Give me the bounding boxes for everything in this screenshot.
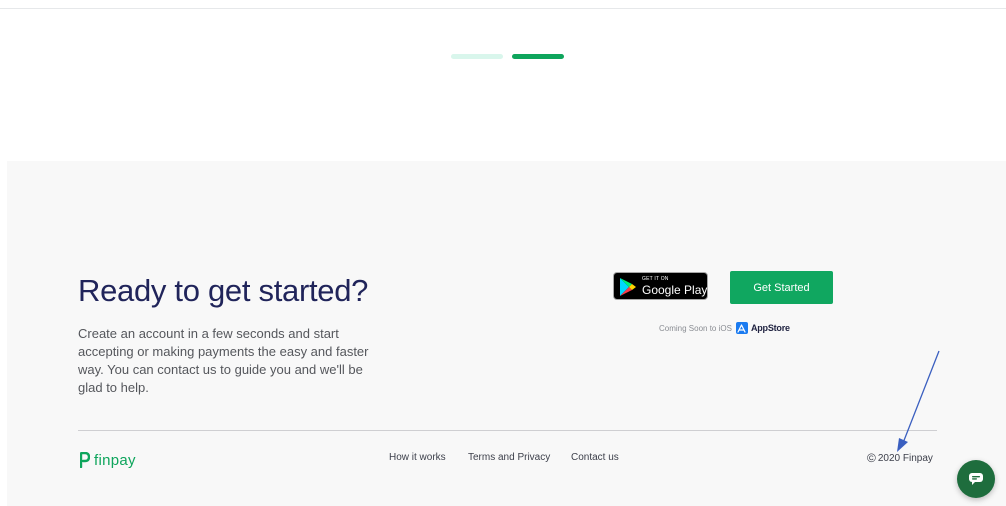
google-play-badge[interactable]: GET IT ON Google Play: [613, 272, 708, 300]
appstore-label: AppStore: [750, 323, 790, 333]
copyright-icon: ©: [867, 451, 876, 465]
footer-divider: [78, 430, 937, 431]
get-started-button[interactable]: Get Started: [730, 271, 833, 304]
carousel-dot-2-active[interactable]: [512, 54, 564, 59]
finpay-wordmark: finpay: [94, 451, 136, 469]
cta-description: Create an account in a few seconds and s…: [78, 326, 369, 395]
finpay-logo[interactable]: finpay: [80, 450, 136, 470]
footer-link-terms-privacy[interactable]: Terms and Privacy: [468, 452, 550, 463]
coming-soon-label: Coming Soon to iOS: [659, 323, 732, 333]
chat-icon: [969, 473, 983, 485]
copyright-notice: © 2020 Finpay: [867, 451, 933, 465]
google-play-small-label: GET IT ON: [642, 276, 669, 282]
finpay-logo-icon: [80, 452, 90, 468]
copyright-text: 2020 Finpay: [877, 452, 933, 464]
coming-soon-ios: Coming Soon to iOS AppStore: [659, 321, 790, 335]
google-play-icon: [620, 278, 636, 296]
cta-title: Ready to get started?: [78, 273, 369, 308]
cta-footer-section: Ready to get started? Create an account …: [7, 161, 1006, 506]
carousel-indicators: [451, 54, 566, 60]
footer-link-contact-us[interactable]: Contact us: [571, 452, 619, 463]
appstore-icon: [735, 322, 748, 334]
footer-link-how-it-works[interactable]: How it works: [389, 452, 446, 463]
top-divider: [0, 8, 1006, 9]
carousel-dot-1[interactable]: [451, 54, 503, 59]
chat-button[interactable]: [957, 460, 995, 498]
google-play-label: Google Play: [642, 283, 708, 297]
